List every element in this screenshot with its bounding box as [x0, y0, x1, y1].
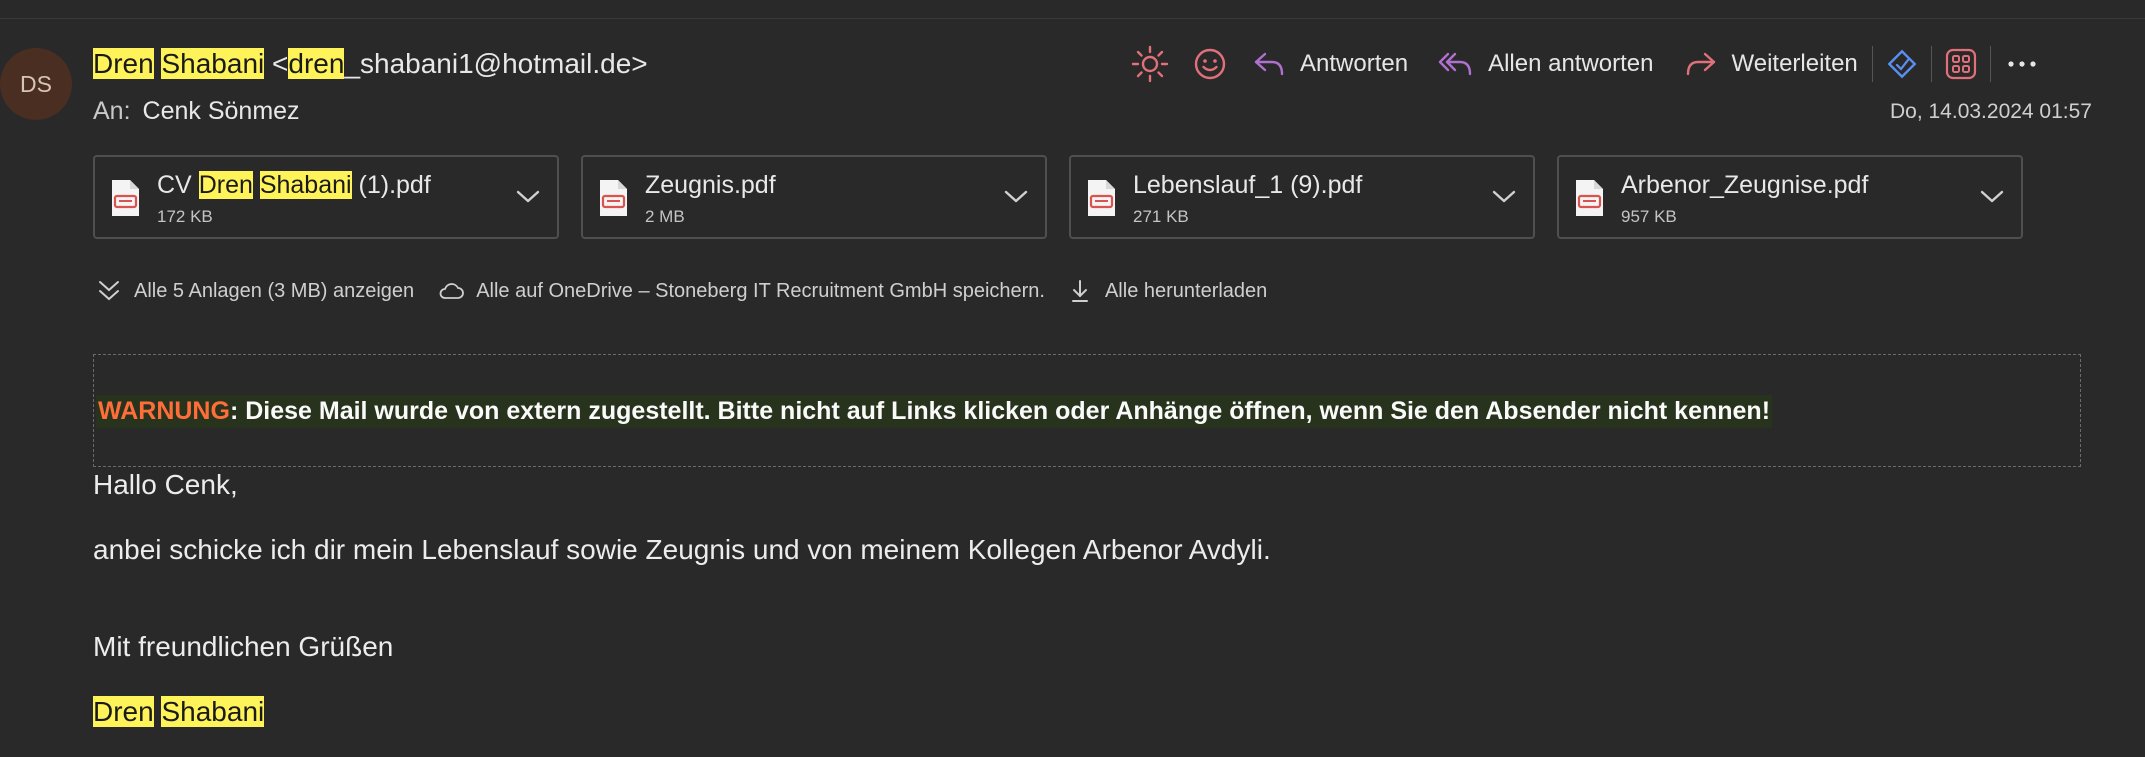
- closing: Mit freundlichen Grüßen: [93, 631, 394, 662]
- avatar[interactable]: DS: [0, 48, 72, 120]
- sender-email-open: <: [272, 48, 289, 79]
- recipient-label: An:: [93, 97, 131, 125]
- forward-button[interactable]: Weiterleiten: [1684, 49, 1858, 79]
- attachment-name-prefix: CV: [157, 171, 192, 199]
- body-line: anbei schicke ich dir mein Lebenslauf so…: [93, 534, 1271, 565]
- signature-first: Dren: [93, 696, 154, 727]
- sender-email-rest: _shabani1@hotmail.de>: [344, 48, 648, 79]
- show-all-attachments-button[interactable]: Alle 5 Anlagen (3 MB) anzeigen: [96, 278, 414, 304]
- onedrive-label: Alle auf OneDrive – Stoneberg IT Recruit…: [476, 279, 1045, 302]
- avatar-initials: DS: [20, 70, 52, 97]
- chevron-down-icon[interactable]: [1979, 189, 2005, 205]
- sent-date: Do, 14.03.2024 01:57: [1889, 100, 2092, 123]
- attachment-card[interactable]: Lebenslauf_1 (9).pdf 271 KB: [1069, 155, 1535, 239]
- toolbar-separator-3: [1989, 46, 1991, 82]
- attachment-actions: Alle 5 Anlagen (3 MB) anzeigen Alle auf …: [96, 278, 1267, 304]
- attachment-card[interactable]: Arbenor_Zeugnise.pdf 957 KB: [1557, 155, 2023, 239]
- recipient-line: An: Cenk Sönmez: [93, 97, 300, 126]
- attachment-size: 172 KB: [157, 207, 213, 226]
- more-options-button[interactable]: [2007, 59, 2037, 69]
- chevron-down-icon[interactable]: [515, 189, 541, 205]
- pdf-file-icon: [1088, 180, 1115, 216]
- reply-icon: [1254, 52, 1284, 76]
- attachment-name-highlight: Dren: [198, 171, 253, 199]
- attachment-name-suffix: (1).pdf: [358, 171, 431, 199]
- download-all-label: Alle herunterladen: [1104, 279, 1268, 302]
- reply-label: Antworten: [1300, 50, 1409, 77]
- sender-email-highlight: dren: [288, 48, 345, 79]
- diamond-icon: [1887, 49, 1917, 79]
- save-to-onedrive-button[interactable]: Alle auf OneDrive – Stoneberg IT Recruit…: [438, 280, 1045, 303]
- double-chevron-down-icon: [99, 281, 119, 301]
- signature-last: Shabani: [161, 696, 265, 727]
- download-all-button[interactable]: Alle herunterladen: [1069, 278, 1267, 304]
- attachment-size: 271 KB: [1133, 207, 1189, 226]
- sender-line[interactable]: Dren Shabani <dren_shabani1@hotmail.de>: [93, 48, 648, 80]
- addin-button[interactable]: [1885, 47, 1919, 81]
- attachment-size: 2 MB: [645, 207, 685, 226]
- forward-icon: [1686, 52, 1715, 76]
- reply-button[interactable]: Antworten: [1252, 49, 1408, 79]
- signature: Dren Shabani: [93, 696, 265, 728]
- chevron-down-icon[interactable]: [1491, 189, 1517, 205]
- reply-all-icon: [1438, 52, 1472, 76]
- attachment-name: Lebenslauf_1 (9).pdf: [1133, 171, 1363, 199]
- more-icon: [2008, 61, 2036, 67]
- sender-first-name: Dren: [93, 48, 154, 79]
- toolbar-separator-2: [1930, 46, 1932, 82]
- apps-icon: [1945, 48, 1976, 80]
- smiley-icon: [1194, 48, 1226, 80]
- show-all-label: Alle 5 Anlagen (3 MB) anzeigen: [134, 279, 415, 302]
- recipient-name[interactable]: Cenk Sönmez: [143, 97, 300, 125]
- greeting: Hallo Cenk,: [93, 469, 238, 500]
- chevron-down-icon[interactable]: [1003, 189, 1029, 205]
- apps-button[interactable]: [1944, 47, 1978, 81]
- pdf-file-icon: [112, 180, 139, 216]
- warning-text: : Diese Mail wurde von extern zugestellt…: [229, 397, 1771, 425]
- emoji-button[interactable]: [1192, 46, 1228, 82]
- brightness-button[interactable]: [1130, 44, 1170, 84]
- attachment-size: 957 KB: [1621, 207, 1677, 226]
- attachment-name: Zeugnis.pdf: [645, 171, 776, 199]
- attachment-card[interactable]: Zeugnis.pdf 2 MB: [581, 155, 1047, 239]
- cloud-icon: [439, 283, 465, 299]
- external-warning: WARNUNG: Diese Mail wurde von extern zug…: [96, 395, 1773, 428]
- message-toolbar: Antworten Allen antworten Weiterleiten: [1130, 42, 2037, 86]
- attachment-list: CV Dren Shabani (1).pdf 172 KB Zeugnis.p…: [93, 155, 2023, 239]
- reply-all-button[interactable]: Allen antworten: [1438, 49, 1654, 79]
- reply-all-label: Allen antworten: [1488, 50, 1654, 77]
- attachment-name-highlight-2: Shabani: [259, 171, 352, 199]
- toolbar-separator: [1871, 46, 1873, 82]
- attachment-name: CV Dren Shabani (1).pdf: [157, 171, 431, 200]
- download-icon: [1071, 280, 1088, 302]
- pdf-file-icon: [1576, 180, 1603, 216]
- warning-label: WARNUNG: [98, 397, 230, 425]
- sender-last-name: Shabani: [161, 48, 265, 79]
- forward-label: Weiterleiten: [1731, 50, 1858, 77]
- sun-icon: [1131, 45, 1169, 83]
- attachment-card[interactable]: CV Dren Shabani (1).pdf 172 KB: [93, 155, 559, 239]
- pdf-file-icon: [600, 180, 627, 216]
- attachment-name: Arbenor_Zeugnise.pdf: [1621, 171, 1869, 199]
- top-divider: [0, 18, 2145, 19]
